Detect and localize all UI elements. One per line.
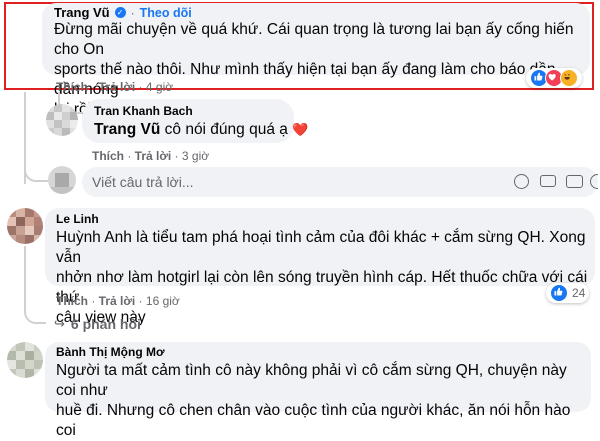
- timestamp[interactable]: 16 giờ: [146, 294, 180, 308]
- avatar-image: [7, 342, 43, 378]
- sticker-icon[interactable]: [590, 174, 598, 189]
- avatar-image: [7, 208, 43, 244]
- reply-link[interactable]: Trả lời: [135, 149, 172, 163]
- mention-link[interactable]: Trang Vũ: [94, 121, 160, 138]
- like-reaction-icon: [550, 284, 568, 302]
- heart-emoji: ❤️: [292, 122, 309, 137]
- comment-text: Trang Vũ cô nói đúng quá ạ ❤️: [94, 121, 309, 138]
- avatar[interactable]: [7, 208, 43, 244]
- current-user-avatar: [48, 166, 76, 194]
- avatar[interactable]: [7, 342, 43, 378]
- reply-link[interactable]: Trả lời: [99, 294, 136, 308]
- comment-author[interactable]: Bành Thị Mộng Mơ: [56, 345, 165, 359]
- thread-line: [24, 246, 26, 302]
- reaction-summary[interactable]: [526, 68, 582, 88]
- reaction-summary[interactable]: 24: [546, 283, 590, 303]
- reply-arrow-icon: ↪: [54, 316, 65, 331]
- gif-icon[interactable]: [566, 175, 583, 188]
- comment-text: Huỳnh Anh là tiểu tam phá hoại tình cảm …: [56, 229, 588, 326]
- emoji-icon[interactable]: [514, 174, 529, 189]
- reaction-count: 24: [572, 286, 586, 300]
- avatar[interactable]: [46, 104, 78, 136]
- reply-input[interactable]: Viết câu trả lời...: [82, 167, 598, 197]
- timestamp[interactable]: 3 giờ: [182, 149, 209, 163]
- comment-author[interactable]: Tran Khanh Bach: [94, 104, 193, 118]
- thread-branch: [24, 300, 46, 324]
- haha-reaction-icon: [560, 69, 578, 87]
- comment-actions: Thích · Trả lời · 16 giờ: [56, 294, 180, 308]
- verified-badge-icon: ✓: [114, 7, 126, 18]
- comment-author[interactable]: Trang Vũ: [54, 5, 110, 20]
- view-replies-link[interactable]: ↪ 6 phản hồi: [54, 316, 141, 332]
- thread-branch: [24, 160, 48, 182]
- comment-author[interactable]: Le Linh: [56, 212, 99, 226]
- timestamp[interactable]: 4 giờ: [146, 80, 173, 94]
- like-link[interactable]: Thích: [92, 149, 124, 163]
- comment-actions: Thích · Trả lời · 3 giờ: [92, 149, 210, 163]
- reply-link[interactable]: Trả lời: [99, 80, 136, 94]
- follow-link[interactable]: Theo dõi: [140, 6, 192, 20]
- camera-icon[interactable]: [540, 175, 556, 187]
- reply-input-placeholder: Viết câu trả lời...: [92, 174, 194, 190]
- like-link[interactable]: Thích: [56, 294, 88, 308]
- avatar-image: [46, 104, 78, 136]
- comment-text: Người ta mất cảm tình cô này không phải …: [56, 362, 571, 439]
